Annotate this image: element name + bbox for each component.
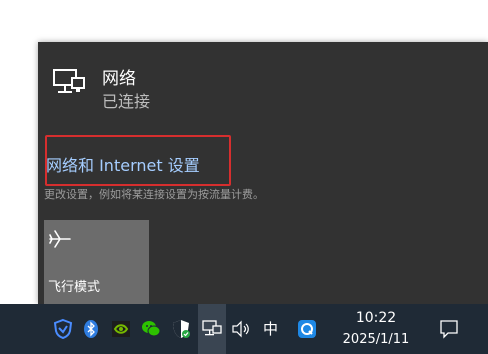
qq-browser-icon[interactable] bbox=[296, 318, 318, 340]
network-name: 网络 bbox=[102, 69, 136, 89]
bluetooth-icon[interactable] bbox=[80, 318, 102, 340]
network-icon[interactable] bbox=[201, 318, 223, 340]
airplane-mode-label: 飞行模式 bbox=[48, 280, 101, 295]
network-connection-item[interactable]: 网络 已连接 bbox=[52, 64, 352, 111]
ethernet-icon bbox=[53, 69, 85, 93]
shield-icon[interactable] bbox=[52, 318, 74, 340]
network-status: 已连接 bbox=[102, 92, 151, 111]
airplane-icon bbox=[49, 230, 71, 248]
airplane-mode-toggle[interactable]: 飞行模式 bbox=[44, 220, 149, 304]
settings-description: 更改设置，例如将某连接设置为按流量计费。 bbox=[44, 188, 264, 201]
clock-date[interactable]: 2025/1/11 bbox=[330, 332, 422, 347]
clock-time[interactable]: 10:22 bbox=[340, 310, 412, 326]
security-icon[interactable] bbox=[170, 318, 192, 340]
nvidia-icon[interactable] bbox=[110, 318, 132, 340]
highlight-box bbox=[45, 135, 231, 186]
wechat-icon[interactable] bbox=[140, 318, 162, 340]
ime-indicator[interactable]: 中 bbox=[263, 318, 278, 339]
volume-icon[interactable] bbox=[230, 318, 252, 340]
notification-icon[interactable] bbox=[438, 318, 460, 340]
taskbar: 中 10:22 2025/1/11 bbox=[0, 304, 488, 354]
